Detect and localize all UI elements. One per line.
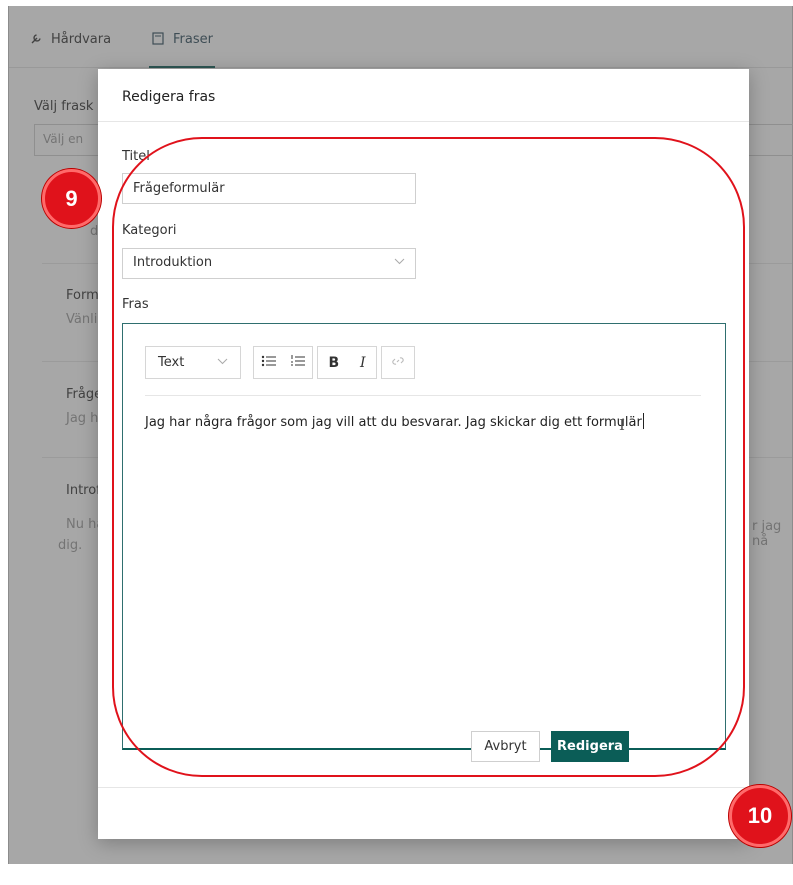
category-selected-value: Introduktion xyxy=(133,255,213,270)
numbered-list-icon[interactable] xyxy=(290,354,306,372)
link-button[interactable] xyxy=(381,346,415,379)
chevron-down-icon xyxy=(217,355,228,370)
phrase-content: Jag har några frågor som jag vill att du… xyxy=(145,415,642,430)
cancel-button[interactable]: Avbryt xyxy=(471,731,540,762)
bold-button[interactable]: B xyxy=(328,355,339,371)
step-badge: 9 xyxy=(42,169,101,228)
step-badge: 10 xyxy=(729,785,791,847)
dialog-footer xyxy=(98,787,749,839)
italic-button[interactable]: I xyxy=(360,355,366,371)
list-buttons xyxy=(253,346,313,379)
category-label: Kategori xyxy=(122,223,177,238)
title-label: Titel xyxy=(122,149,150,164)
text-style-label: Text xyxy=(158,355,185,370)
phrase-label: Fras xyxy=(122,297,149,312)
submit-edit-button[interactable]: Redigera xyxy=(551,731,629,762)
text-style-dropdown[interactable]: Text xyxy=(145,346,241,379)
title-input[interactable] xyxy=(122,173,416,204)
format-buttons: B I xyxy=(317,346,377,379)
chevron-down-icon xyxy=(394,255,405,270)
dialog-header: Redigera fras xyxy=(98,69,749,122)
text-caret xyxy=(642,413,644,429)
editor-text[interactable]: Jag har några frågor som jag vill att du… xyxy=(145,413,644,430)
dialog-title: Redigera fras xyxy=(122,89,216,105)
category-select[interactable]: Introduktion xyxy=(122,248,416,279)
bullet-list-icon[interactable] xyxy=(261,354,277,372)
rich-text-editor[interactable]: Text B I Jag har några frågor som jag vi… xyxy=(122,323,726,750)
edit-phrase-dialog: Redigera fras Titel Kategori Introduktio… xyxy=(98,69,749,839)
ibeam-cursor-icon: I xyxy=(619,416,625,434)
link-icon xyxy=(391,354,405,372)
editor-toolbar: Text B I xyxy=(145,346,701,396)
